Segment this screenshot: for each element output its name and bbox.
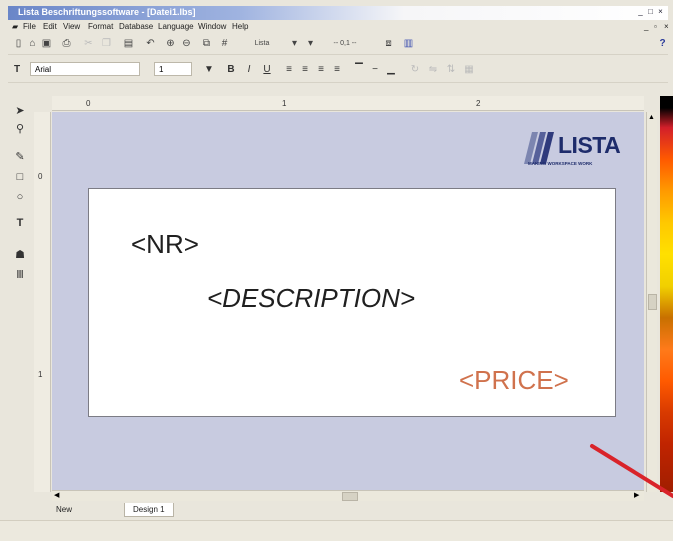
horizontal-scrollbar[interactable]: ◀ ▶ <box>52 490 644 501</box>
valign-middle-icon[interactable]: − <box>368 63 382 77</box>
font-size-select[interactable]: 1 <box>154 62 192 76</box>
status-bar <box>0 520 673 541</box>
ellipse-tool-icon[interactable]: ○ <box>12 190 28 204</box>
align-right-icon[interactable]: ≡ <box>314 63 328 77</box>
menu-file[interactable]: File <box>23 22 36 31</box>
zoom-out-icon[interactable]: ⊖ <box>180 37 193 50</box>
print-icon[interactable]: ⎙ <box>60 37 73 50</box>
italic-button[interactable]: I <box>242 63 256 77</box>
text-tool-icon: T <box>13 64 21 75</box>
ruler-mark: 2 <box>476 99 481 108</box>
bold-button[interactable]: B <box>224 63 238 77</box>
horizontal-ruler: 0 1 2 <box>52 96 644 111</box>
app-menu-icon[interactable]: ▰ <box>12 22 18 31</box>
align-left-icon[interactable]: ≡ <box>282 63 296 77</box>
valign-bottom-icon[interactable]: ▁ <box>384 63 398 77</box>
save-icon[interactable]: ▣ <box>40 37 53 50</box>
zoom-tool-icon[interactable]: ⚲ <box>12 122 28 136</box>
rotate-icon[interactable]: ↻ <box>408 63 422 77</box>
lista-logo-icon[interactable]: ▥ <box>402 37 415 50</box>
doc-close-button[interactable]: × <box>664 22 669 31</box>
label-preview[interactable]: <NR> <DESCRIPTION> <PRICE> <box>88 188 616 417</box>
doc-restore-button[interactable]: ▫ <box>654 22 657 31</box>
menu-language[interactable]: Language <box>158 22 194 31</box>
pen-tool-icon[interactable]: ✎ <box>12 150 28 164</box>
price-field[interactable]: <PRICE> <box>459 365 569 396</box>
nr-field[interactable]: <NR> <box>131 229 199 260</box>
image-tool-icon[interactable]: ☗ <box>12 248 28 262</box>
arrange-icon[interactable]: ⧈ <box>382 37 395 50</box>
paste-icon[interactable]: ▤ <box>122 37 135 50</box>
minimize-button[interactable]: _ <box>636 8 645 16</box>
standard-toolbar: ▯ ⌂ ▣ ⎙ ✂ ❐ ▤ ↶ ⊕ ⊖ ⧉ # Lista ▾ ▾ -- 0,1… <box>8 34 668 55</box>
annotation-arrow <box>590 444 673 498</box>
layer-select[interactable]: Lista <box>242 37 282 50</box>
undo-icon[interactable]: ↶ <box>144 37 157 50</box>
close-button[interactable]: × <box>656 8 665 16</box>
lista-logo: LISTA MAKING WORKSPACE WORK <box>522 126 640 170</box>
design-tabs: New Design 1 <box>48 503 644 517</box>
window-title: Lista Beschriftungssoftware - [Datei1.lb… <box>18 7 196 17</box>
rectangle-tool-icon[interactable]: □ <box>12 170 28 184</box>
underline-button[interactable]: U <box>260 63 274 77</box>
menu-format[interactable]: Format <box>88 22 113 31</box>
design-canvas[interactable]: LISTA MAKING WORKSPACE WORK <NR> <DESCRI… <box>52 112 644 492</box>
zoom-in-icon[interactable]: ⊕ <box>164 37 177 50</box>
text-color-icon[interactable]: ▼ <box>202 63 216 77</box>
group-icon[interactable]: ▦ <box>462 63 476 77</box>
mirror-icon[interactable]: ⇋ <box>426 63 440 77</box>
ruler-mark: 1 <box>38 370 43 379</box>
horizontal-scroll-thumb[interactable] <box>342 492 358 501</box>
duplicate-icon[interactable]: ⧉ <box>200 37 213 50</box>
ruler-mark: 0 <box>38 172 43 181</box>
copy-icon[interactable]: ❐ <box>100 37 113 50</box>
select-arrow-icon[interactable]: ➤ <box>12 104 28 118</box>
scroll-up-icon[interactable]: ▲ <box>648 114 655 121</box>
grid-icon[interactable]: # <box>218 37 231 50</box>
line-width-select[interactable]: -- 0,1 -- <box>320 37 370 50</box>
line-style-icon[interactable]: ▾ <box>304 37 317 50</box>
menu-help[interactable]: Help <box>232 22 248 31</box>
ruler-mark: 0 <box>86 99 91 108</box>
vertical-scroll-thumb[interactable] <box>648 294 657 310</box>
justify-icon[interactable]: ≡ <box>330 63 344 77</box>
menu-edit[interactable]: Edit <box>43 22 57 31</box>
ruler-mark: 1 <box>282 99 287 108</box>
menu-window[interactable]: Window <box>198 22 226 31</box>
logo-text: LISTA <box>558 132 621 158</box>
vertical-scrollbar[interactable]: ▲ <box>646 112 657 492</box>
vertical-ruler: 0 1 <box>34 112 51 492</box>
tab-design-1[interactable]: Design 1 <box>124 503 174 517</box>
barcode-tool-icon[interactable]: Ⅲ <box>12 268 28 282</box>
valign-top-icon[interactable]: ▔ <box>352 63 366 77</box>
description-field[interactable]: <DESCRIPTION> <box>207 283 415 314</box>
color-palette[interactable] <box>660 96 673 492</box>
cut-icon[interactable]: ✂ <box>82 37 95 50</box>
align-center-icon[interactable]: ≡ <box>298 63 312 77</box>
format-toolbar: T Arial 1 ▼ B I U ≡ ≡ ≡ ≡ ▔ − ▁ ↻ ⇋ ⇅ ▦ <box>8 58 668 83</box>
open-file-icon[interactable]: ⌂ <box>26 37 39 50</box>
maximize-button[interactable]: □ <box>646 8 655 16</box>
menu-bar: ▰ File Edit View Format Database Languag… <box>8 21 669 33</box>
text-tool-icon[interactable]: T <box>12 216 28 230</box>
help-icon[interactable]: ? <box>656 37 669 50</box>
fill-color-icon[interactable]: ▾ <box>288 37 301 50</box>
logo-tagline: MAKING WORKSPACE WORK <box>528 161 593 166</box>
menu-database[interactable]: Database <box>119 22 153 31</box>
menu-view[interactable]: View <box>63 22 80 31</box>
doc-minimize-button[interactable]: _ <box>644 22 648 31</box>
font-family-select[interactable]: Arial <box>30 62 140 76</box>
scroll-left-icon[interactable]: ◀ <box>54 491 59 499</box>
new-file-icon[interactable]: ▯ <box>12 37 25 50</box>
flip-icon[interactable]: ⇅ <box>444 63 458 77</box>
tool-palette: ➤ ⚲ ✎ □ ○ T ☗ Ⅲ <box>8 100 32 515</box>
tab-new[interactable]: New <box>48 503 80 516</box>
